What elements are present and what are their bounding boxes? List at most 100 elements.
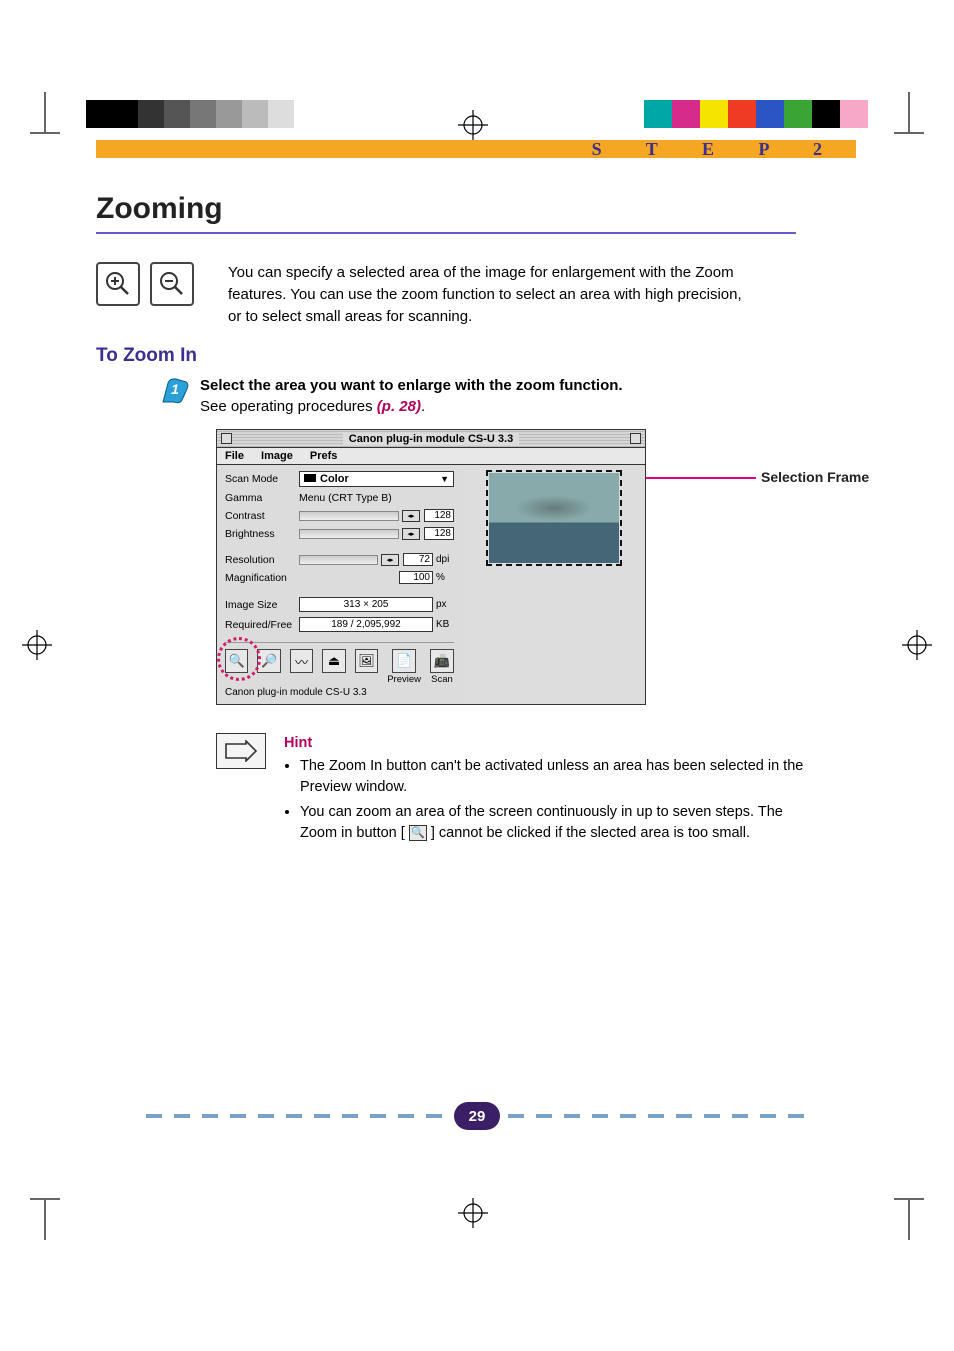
zoom-box-icon[interactable]	[630, 433, 641, 444]
step-1-line2a: See operating procedures	[200, 398, 377, 415]
gray-swatch	[138, 100, 164, 128]
window-titlebar[interactable]: Canon plug-in module CS-U 3.3	[217, 430, 645, 448]
gray-step-wedge	[86, 100, 294, 128]
crop-mark	[30, 132, 60, 134]
crop-mark	[44, 92, 46, 132]
window-title: Canon plug-in module CS-U 3.3	[343, 433, 519, 445]
color-swatch	[812, 100, 840, 128]
zoom-in-icon	[96, 262, 140, 306]
zoom-out-icon	[150, 262, 194, 306]
label-resolution: Resolution	[225, 554, 299, 566]
gray-swatch	[86, 100, 112, 128]
gray-swatch	[268, 100, 294, 128]
step-1-badge-icon: 1	[160, 375, 190, 405]
eject-tool-icon[interactable]: ⏏	[322, 649, 345, 673]
color-swatch	[672, 100, 700, 128]
callout-line	[646, 477, 756, 479]
registration-mark-icon	[902, 630, 932, 660]
section-heading: To Zoom In	[96, 345, 856, 367]
page-ref-link[interactable]: (p. 28)	[377, 398, 421, 415]
resolution-unit: dpi	[436, 554, 454, 565]
footer-dashes	[146, 1114, 446, 1118]
required-free-unit: KB	[436, 619, 454, 630]
menu-file[interactable]: File	[225, 450, 244, 462]
hint-title: Hint	[284, 733, 804, 754]
crop-mark	[908, 92, 910, 132]
close-box-icon[interactable]	[221, 433, 232, 444]
menu-image[interactable]: Image	[261, 450, 293, 462]
resolution-slider[interactable]	[299, 555, 378, 565]
hint-icon	[216, 733, 266, 769]
zoom-in-tool-icon[interactable]: 🔍	[225, 649, 248, 673]
hint-bullet-1: The Zoom In button can't be activated un…	[300, 756, 804, 798]
gray-swatch	[190, 100, 216, 128]
crop-mark	[894, 132, 924, 134]
chevron-down-icon: ▼	[440, 474, 449, 484]
contrast-slider[interactable]	[299, 511, 399, 521]
color-swatch	[840, 100, 868, 128]
step-1-line2b: .	[421, 398, 425, 415]
required-free-value: 189 / 2,095,992	[299, 617, 433, 632]
app-screenshot: Canon plug-in module CS-U 3.3 File Image…	[216, 429, 646, 705]
crop-mark	[44, 1200, 46, 1240]
menu-prefs[interactable]: Prefs	[310, 450, 338, 462]
step-1-bold: Select the area you want to enlarge with…	[200, 377, 623, 394]
page-title: Zooming	[96, 192, 856, 226]
curve-tool-icon[interactable]: 〰	[290, 649, 313, 673]
step-label: S T E P 2	[592, 139, 842, 160]
selection-frame[interactable]	[486, 470, 622, 566]
registration-mark-icon	[458, 110, 488, 140]
color-swatch	[700, 100, 728, 128]
preview-pane[interactable]	[462, 465, 645, 704]
step-1-text: Select the area you want to enlarge with…	[200, 375, 623, 417]
label-magnification: Magnification	[225, 572, 299, 584]
crop-mark	[908, 1200, 910, 1240]
color-swatch	[756, 100, 784, 128]
contrast-value: 128	[424, 509, 454, 522]
preview-button-label: Preview	[387, 674, 421, 685]
preview-button-icon[interactable]: 📄	[392, 649, 416, 673]
status-bar: Canon plug-in module CS-U 3.3	[225, 687, 454, 698]
zoom-in-inline-icon: 🔍	[409, 825, 427, 841]
preview-image	[489, 473, 619, 563]
gamma-value: Menu (CRT Type B)	[299, 492, 454, 504]
label-scan-mode: Scan Mode	[225, 473, 299, 485]
magnification-unit: %	[436, 572, 454, 583]
gray-swatch	[216, 100, 242, 128]
title-rule	[96, 232, 796, 234]
registration-mark-icon	[458, 1198, 488, 1228]
color-swatches	[644, 100, 868, 128]
scan-mode-value: Color	[320, 473, 349, 485]
brightness-value: 128	[424, 527, 454, 540]
scan-button-label: Scan	[431, 674, 453, 685]
gray-swatch	[112, 100, 138, 128]
scan-button-icon[interactable]: 📠	[430, 649, 454, 673]
color-swatch	[728, 100, 756, 128]
label-contrast: Contrast	[225, 510, 299, 522]
magnification-value[interactable]: 100	[399, 571, 433, 584]
callout-label: Selection Frame	[761, 469, 869, 485]
scan-mode-dropdown[interactable]: Color ▼	[299, 471, 454, 487]
stepper-arrows-icon[interactable]: ◂▸	[381, 554, 399, 566]
color-swatch	[644, 100, 672, 128]
footer-dashes	[508, 1114, 808, 1118]
label-gamma: Gamma	[225, 492, 299, 504]
hint-b2-b: ] cannot be clicked if the slected area …	[427, 825, 750, 841]
stepper-arrows-icon[interactable]: ◂▸	[402, 528, 420, 540]
brightness-slider[interactable]	[299, 529, 399, 539]
gray-swatch	[242, 100, 268, 128]
gray-swatch	[164, 100, 190, 128]
registration-mark-icon	[22, 630, 52, 660]
label-brightness: Brightness	[225, 528, 299, 540]
stepper-arrows-icon[interactable]: ◂▸	[402, 510, 420, 522]
page-footer: 29	[0, 1102, 954, 1130]
zoom-icons	[96, 262, 194, 327]
intro-text: You can specify a selected area of the i…	[228, 262, 748, 327]
page-number-badge: 29	[454, 1102, 500, 1130]
image-size-unit: px	[436, 599, 454, 610]
resolution-value[interactable]: 72	[403, 553, 433, 566]
photo-tool-icon[interactable]: 🖼	[355, 649, 378, 673]
crop-mark	[894, 1198, 924, 1200]
label-image-size: Image Size	[225, 599, 299, 611]
zoom-out-tool-icon[interactable]: 🔎	[257, 649, 280, 673]
